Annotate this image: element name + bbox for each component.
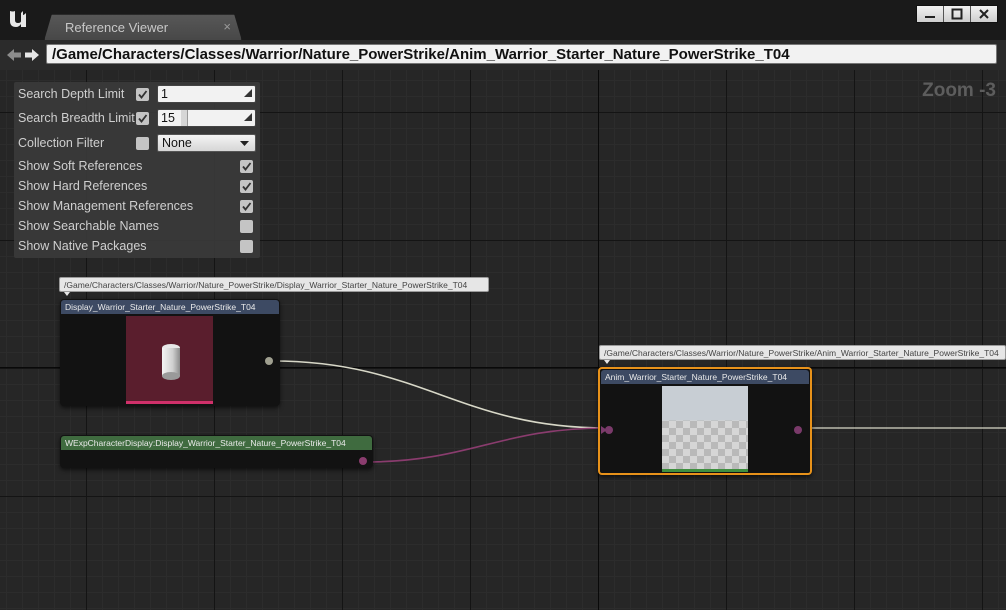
search-breadth-checkbox[interactable] — [136, 112, 149, 125]
tab-reference-viewer[interactable]: Reference Viewer × — [44, 14, 242, 41]
display-asset-node[interactable]: Display_Warrior_Starter_Nature_PowerStri… — [60, 299, 280, 406]
display-thumbnail-bar — [126, 401, 213, 404]
checkmark-icon — [242, 162, 252, 171]
show-soft-references-checkbox[interactable] — [240, 160, 253, 173]
tooltip-tail — [604, 360, 610, 364]
collection-filter-label: Collection Filter — [18, 136, 105, 150]
window-controls — [916, 5, 998, 23]
search-depth-value: 1 — [161, 87, 168, 101]
hard-reference-wire — [272, 360, 607, 429]
tab-title: Reference Viewer — [65, 20, 169, 35]
title-bar: Reference Viewer × — [0, 0, 1006, 41]
minimize-icon — [925, 16, 935, 18]
show-native-packages-checkbox[interactable] — [240, 240, 253, 253]
anim-node-path-tooltip: /Game/Characters/Classes/Warrior/Nature_… — [599, 345, 1006, 360]
search-breadth-slider-fill[interactable] — [181, 110, 188, 126]
anim-node-title: Anim_Warrior_Starter_Nature_PowerStrike_… — [601, 370, 809, 384]
maximize-button[interactable] — [944, 6, 971, 22]
unreal-logo-icon — [10, 11, 26, 27]
forward-arrow-icon[interactable] — [24, 47, 40, 63]
display-output-pin[interactable] — [265, 357, 273, 365]
spin-grip-icon — [244, 113, 252, 121]
show-management-references-checkbox[interactable] — [240, 200, 253, 213]
checkmark-icon — [242, 202, 252, 211]
show-searchable-names-label: Show Searchable Names — [18, 219, 160, 233]
collection-filter-value: None — [162, 136, 192, 150]
show-searchable-names-checkbox[interactable] — [240, 220, 253, 233]
input-arrow-icon — [601, 426, 607, 434]
path-bar — [0, 40, 1006, 70]
show-soft-references-label: Show Soft References — [18, 159, 143, 173]
settings-panel: Search Depth Limit 1 Search Breadth Limi… — [14, 82, 260, 258]
reference-graph[interactable]: Zoom -3 Search Depth Limit 1 Search Brea… — [0, 70, 1006, 610]
display-node-path-tooltip: /Game/Characters/Classes/Warrior/Nature_… — [59, 277, 489, 292]
close-button[interactable] — [971, 6, 997, 22]
collection-filter-checkbox[interactable] — [136, 137, 149, 150]
class-node-title: WExpCharacterDisplay:Display_Warrior_Sta… — [61, 436, 372, 450]
search-breadth-label: Search Breadth Limit — [18, 111, 135, 125]
checkmark-icon — [138, 114, 148, 123]
search-breadth-input[interactable]: 15 — [157, 109, 256, 127]
search-depth-label: Search Depth Limit — [18, 87, 125, 101]
show-native-packages-label: Show Native Packages — [18, 239, 147, 253]
asset-path-input[interactable] — [46, 44, 997, 64]
collection-filter-dropdown[interactable]: None — [157, 134, 256, 152]
checkmark-icon — [138, 90, 148, 99]
maximize-icon — [951, 8, 963, 20]
show-management-references-label: Show Management References — [18, 199, 194, 213]
display-node-thumbnail — [126, 316, 213, 404]
display-node-title: Display_Warrior_Starter_Nature_PowerStri… — [61, 300, 279, 314]
search-breadth-value: 15 — [161, 111, 175, 125]
anim-asset-node[interactable]: Anim_Warrior_Starter_Nature_PowerStrike_… — [598, 367, 812, 475]
anim-thumbnail-bar — [662, 469, 748, 472]
back-arrow-icon[interactable] — [6, 47, 22, 63]
tab-close-icon[interactable]: × — [223, 19, 231, 34]
anim-node-thumbnail — [662, 386, 748, 472]
tooltip-tail — [64, 292, 70, 296]
anim-output-pin[interactable] — [794, 426, 802, 434]
class-node[interactable]: WExpCharacterDisplay:Display_Warrior_Sta… — [60, 435, 373, 468]
show-hard-references-checkbox[interactable] — [240, 180, 253, 193]
search-depth-checkbox[interactable] — [136, 88, 149, 101]
close-icon — [979, 9, 989, 19]
chevron-down-icon — [240, 141, 249, 146]
class-reference-wire — [364, 427, 607, 463]
search-depth-input[interactable]: 1 — [157, 85, 256, 103]
class-output-pin[interactable] — [359, 457, 367, 465]
show-hard-references-label: Show Hard References — [18, 179, 148, 193]
minimize-button[interactable] — [917, 6, 944, 22]
cylinder-asset-icon — [162, 344, 180, 380]
spin-grip-icon — [244, 89, 252, 97]
checkmark-icon — [242, 182, 252, 191]
